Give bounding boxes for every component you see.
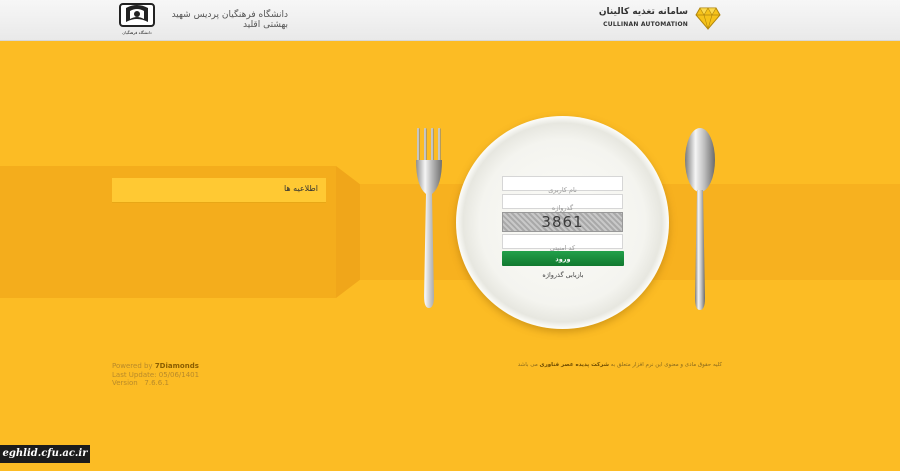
diamond-icon — [695, 7, 721, 30]
copyright-text: کلیه حقوق مادی و معنوی این نرم افزار متع… — [500, 362, 722, 368]
security-code-field[interactable] — [502, 234, 623, 255]
recover-password-link[interactable]: بازیابی گذرواژه — [502, 271, 624, 279]
powered-by-info: Powered by 7Diamonds Last Update: 05/06/… — [112, 362, 199, 388]
news-title: اطلاعیه ها — [283, 184, 318, 193]
username-field[interactable] — [502, 176, 623, 197]
brand-subtitle: CULLINAN AUTOMATION — [603, 21, 688, 28]
version: Version 7.6.6.1 — [112, 379, 169, 387]
brand-title: سامانه تغذیه کالینان — [598, 7, 688, 17]
powered-label: Powered by — [112, 362, 153, 370]
fork-icon — [416, 128, 442, 308]
university-name: دانشگاه فرهنگیان پردیس شهید بهشتی اقلید — [171, 10, 288, 30]
last-update: Last Update: 05/06/1401 — [112, 370, 200, 379]
left-band-arrow — [336, 166, 362, 298]
site-watermark: eghlid.cfu.ac.ir — [0, 445, 90, 463]
login-button[interactable]: ورود — [502, 251, 624, 266]
captcha-image: 3861 — [502, 212, 623, 232]
spoon-icon — [685, 128, 715, 310]
university-logo-text: دانشگاه فرهنگیان — [122, 30, 152, 35]
copyright-company[interactable]: شرکت پدیده عصر فناوری — [540, 362, 609, 368]
news-panel: اطلاعیه ها — [112, 178, 326, 203]
top-header: دانشگاه فرهنگیان دانشگاه فرهنگیان پردیس … — [0, 0, 900, 41]
copyright-prefix: کلیه حقوق مادی و معنوی این نرم افزار متع… — [610, 362, 722, 368]
copyright-suffix: می باشد — [517, 362, 538, 368]
powered-brand-link[interactable]: 7Diamonds — [155, 362, 199, 370]
password-field[interactable] — [502, 194, 623, 215]
